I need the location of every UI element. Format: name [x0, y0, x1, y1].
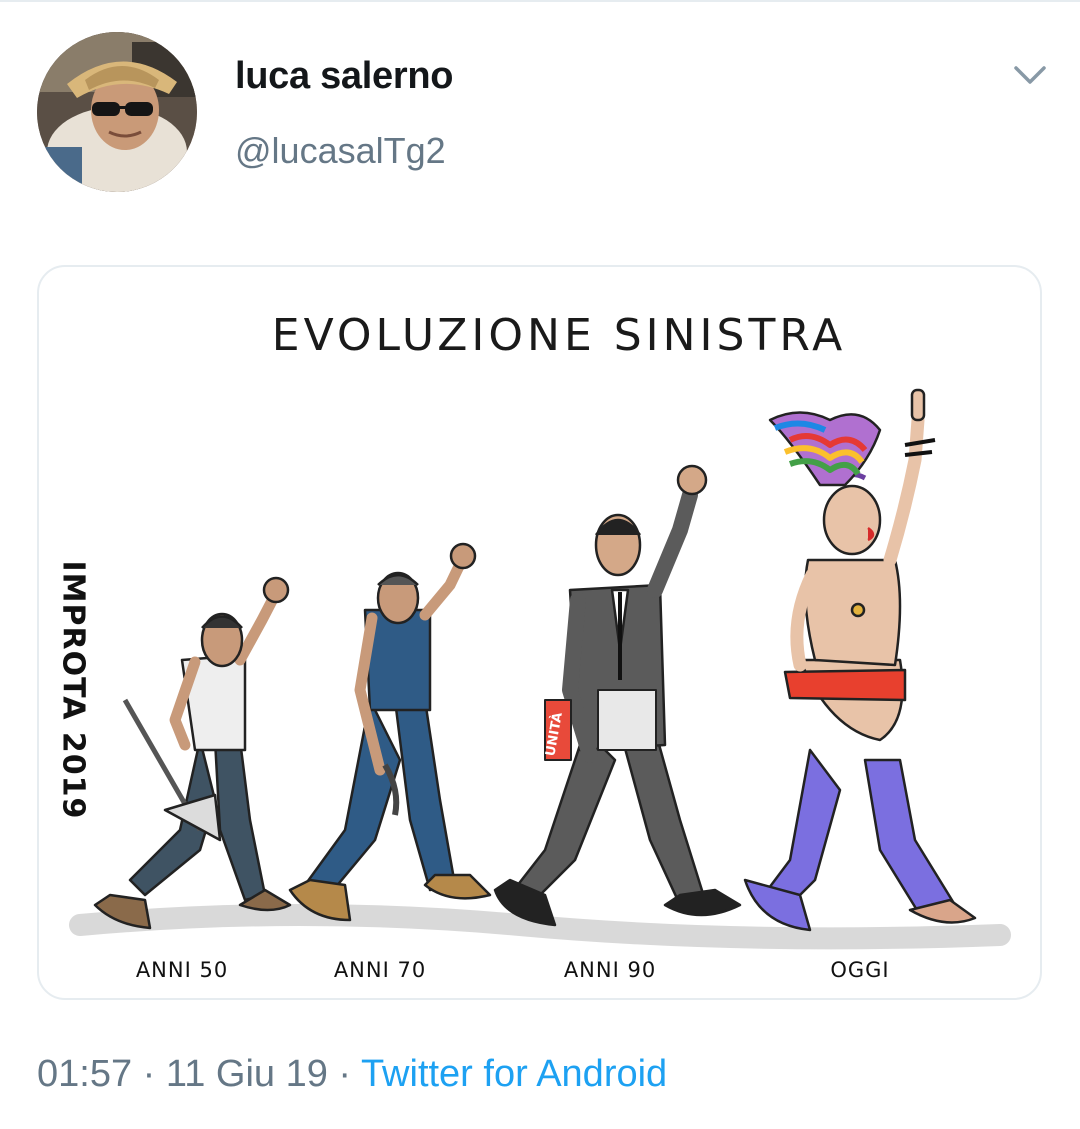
figure-anni-70	[288, 542, 492, 922]
meta-separator: ·	[327, 1053, 361, 1095]
era-label-oggi: OGGI	[830, 958, 890, 982]
era-label-anni-50: ANNI 50	[135, 958, 229, 982]
figure-oggi	[743, 388, 977, 932]
tweet-date[interactable]: 11 Giu 19	[166, 1053, 328, 1095]
era-label-anni-70: ANNI 70	[333, 958, 427, 982]
tweet-time[interactable]: 01:57	[37, 1053, 132, 1095]
era-label-anni-90: ANNI 90	[563, 958, 657, 982]
figure-anni-50	[93, 576, 292, 930]
tweet-source-link[interactable]: Twitter for Android	[361, 1053, 667, 1095]
tweet-meta: 01:57 · 11 Giu 19 · Twitter for Android	[37, 1053, 667, 1096]
meta-separator: ·	[132, 1053, 166, 1095]
figure-anni-90: UNITÀ	[493, 464, 742, 927]
